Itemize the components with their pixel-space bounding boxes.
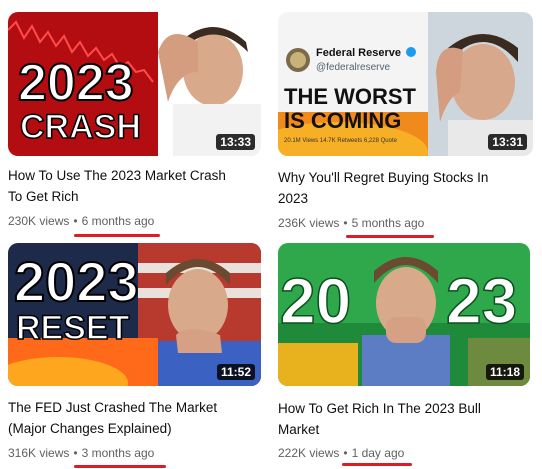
video-title-line: How To Get Rich In The 2023 Bull <box>278 401 481 416</box>
verified-badge-icon <box>406 47 416 57</box>
video-title-line: Why You'll Regret Buying Stocks In <box>278 170 489 185</box>
thumbnail-big-text: 2023 <box>14 250 139 313</box>
separator: • <box>73 446 78 460</box>
thumbnail-text: THE WORST <box>284 84 417 109</box>
video-title-line: To Get Rich <box>8 189 79 204</box>
video-title[interactable]: How To Use The 2023 Market Crash To Get … <box>8 165 258 207</box>
upload-age: 5 months ago <box>351 216 425 230</box>
view-count: 316K views <box>8 446 70 460</box>
red-underline-annotation <box>346 235 434 238</box>
video-meta: 222K views • 1 day ago <box>278 445 404 461</box>
tweet-handle: @federalreserve <box>316 62 391 73</box>
thumbnail-text-right: 23 <box>446 265 517 337</box>
thumbnail-text-left: 20 <box>280 265 351 337</box>
video-duration: 13:31 <box>488 134 527 150</box>
video-title[interactable]: The FED Just Crashed The Market (Major C… <box>8 397 258 439</box>
video-title-line: How To Use The 2023 Market Crash <box>8 168 226 183</box>
thumbnail-small-text: RESET <box>16 309 130 347</box>
video-thumbnail[interactable]: 2023 CRASH 13:33 <box>8 12 261 156</box>
video-title-line: Market <box>278 422 320 437</box>
view-count: 230K views <box>8 214 70 228</box>
video-title[interactable]: How To Get Rich In The 2023 Bull Market <box>278 398 528 440</box>
separator: • <box>343 446 348 460</box>
upload-age: 3 months ago <box>81 446 155 460</box>
video-meta: 236K views • 5 months ago <box>278 215 424 231</box>
tweet-stats: 20.1M Views 14.7K Retweets 6,228 Quote <box>284 138 398 144</box>
video-duration: 11:52 <box>216 364 255 380</box>
separator: • <box>73 214 78 228</box>
upload-age: 1 day ago <box>351 446 405 460</box>
video-title-line: (Major Changes Explained) <box>8 421 172 436</box>
video-thumbnail[interactable]: 20 23 11:18 <box>278 243 530 386</box>
red-underline-annotation <box>74 234 160 237</box>
video-thumbnail[interactable]: Federal Reserve @federalreserve THE WORS… <box>278 12 533 156</box>
video-duration: 11:18 <box>485 364 524 380</box>
upload-age: 6 months ago <box>81 214 155 228</box>
video-meta: 316K views • 3 months ago <box>8 445 154 461</box>
video-title-line: 2023 <box>278 191 309 206</box>
thumbnail-small-text: CRASH <box>20 108 141 146</box>
video-thumbnail[interactable]: 2023 RESET 11:52 <box>8 243 261 386</box>
red-underline-annotation <box>342 463 412 466</box>
video-meta: 230K views • 6 months ago <box>8 213 154 229</box>
red-underline-annotation <box>74 465 166 468</box>
video-duration: 13:33 <box>216 134 255 150</box>
view-count: 236K views <box>278 216 340 230</box>
video-title[interactable]: Why You'll Regret Buying Stocks In 2023 <box>278 167 528 209</box>
tweet-name: Federal Reserve <box>316 47 401 59</box>
view-count: 222K views <box>278 446 340 460</box>
thumbnail-text: IS COMING <box>284 108 401 133</box>
video-title-line: The FED Just Crashed The Market <box>8 400 218 415</box>
separator: • <box>343 216 348 230</box>
thumbnail-big-text: 2023 <box>18 54 134 112</box>
